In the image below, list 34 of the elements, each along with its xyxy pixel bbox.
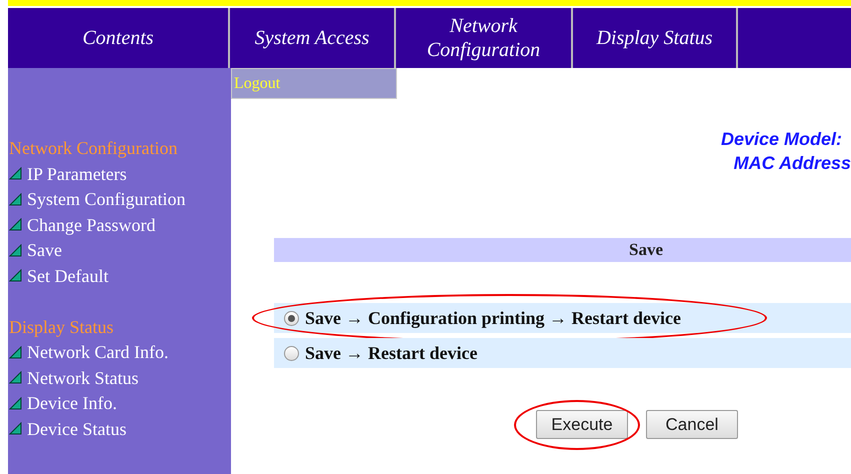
- device-info-label: Device Model:: [720, 128, 843, 151]
- triangle-icon: [9, 396, 22, 410]
- device-info-label: MAC Address: [734, 152, 851, 175]
- radio-button[interactable]: [284, 346, 299, 360]
- section-title: Save: [629, 239, 663, 262]
- menu-link[interactable]: Contents: [74, 26, 162, 50]
- sidebar-link[interactable]: Device Info.: [27, 392, 117, 414]
- cancel-button[interactable]: Cancel: [646, 410, 738, 439]
- section-heading: Display Status: [9, 316, 115, 339]
- section-heading: Network Configuration: [9, 137, 178, 160]
- triangle-icon: [9, 422, 22, 436]
- triangle-icon: [9, 244, 22, 257]
- menu-link[interactable]: Network Configuration: [396, 14, 571, 62]
- sidebar-link[interactable]: Network Status: [27, 366, 138, 389]
- sidebar-link[interactable]: Change Password: [27, 214, 156, 236]
- menu-link[interactable]: System Access: [246, 26, 378, 50]
- sidebar-link[interactable]: Network Card Info.: [27, 341, 168, 364]
- triangle-icon: [9, 346, 22, 359]
- sidebar-link[interactable]: System Configuration: [27, 188, 186, 210]
- sidebar-link[interactable]: Save: [27, 239, 62, 262]
- triangle-icon: [9, 192, 22, 206]
- execute-button[interactable]: Execute: [536, 410, 628, 439]
- logout-link[interactable]: Logout: [232, 75, 280, 92]
- triangle-icon: [9, 269, 22, 282]
- sidebar-link[interactable]: Device Status: [27, 418, 126, 440]
- sidebar-link[interactable]: IP Parameters: [27, 162, 127, 185]
- triangle-icon: [9, 371, 22, 384]
- radio-button[interactable]: [284, 310, 299, 326]
- menu-link[interactable]: Display Status: [588, 26, 721, 50]
- sidebar-link[interactable]: Set Default: [27, 264, 108, 287]
- option-label: Save → Configuration printing → Restart device: [305, 306, 681, 330]
- option-label: Save → Restart device: [305, 342, 478, 364]
- triangle-icon: [9, 167, 22, 180]
- triangle-icon: [9, 218, 22, 232]
